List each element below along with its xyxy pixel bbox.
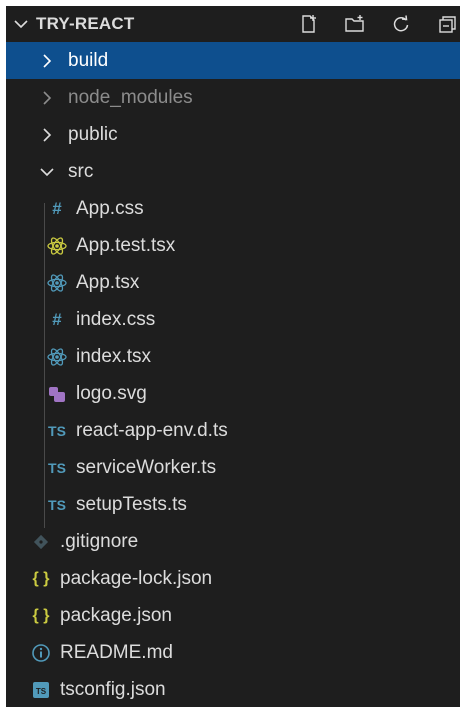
collapse-all-icon[interactable] [434,14,460,34]
tree-file-index-tsx[interactable]: index.tsx [6,338,460,375]
tree-label: tsconfig.json [60,678,166,700]
tree-folder-build[interactable]: build [6,42,460,79]
react-icon [46,346,68,368]
typescript-icon: TS [48,459,66,476]
tree-label: build [68,49,109,71]
react-icon [46,272,68,294]
tree-label: README.md [60,641,173,663]
tree-file-index-css[interactable]: # index.css [6,301,460,338]
chevron-down-icon[interactable] [14,19,36,29]
explorer-actions [296,14,460,34]
file-explorer: TRY-REACT build node_modules public src … [6,6,460,707]
tree-label: src [68,160,94,182]
tree-label: index.tsx [76,345,151,367]
explorer-title: TRY-REACT [36,14,135,33]
tree-file-logo-svg[interactable]: logo.svg [6,375,460,412]
chevron-right-icon [36,90,58,105]
tree-label: package.json [60,604,172,626]
json-icon: { } [32,606,50,624]
tree-label: public [68,123,118,145]
tree-file-gitignore[interactable]: .gitignore [6,523,460,560]
tree-label: index.css [76,308,156,330]
tree-file-readme[interactable]: README.md [6,634,460,671]
typescript-icon: TS [48,422,66,439]
tree-folder-src[interactable]: src [6,153,460,190]
tree-file-react-app-env[interactable]: TS react-app-env.d.ts [6,412,460,449]
tree-label: node_modules [68,86,193,108]
tree-file-setup-tests[interactable]: TS setupTests.ts [6,486,460,523]
new-file-icon[interactable] [296,14,322,34]
json-icon: { } [32,569,50,587]
tree-label: serviceWorker.ts [76,456,217,478]
css-hash-icon: # [52,309,62,329]
tree-label: App.test.tsx [76,234,176,256]
css-hash-icon: # [52,198,62,218]
tree-label: App.tsx [76,271,140,293]
tree-file-app-css[interactable]: # App.css [6,190,460,227]
tree-label: react-app-env.d.ts [76,419,228,441]
new-folder-icon[interactable] [342,14,368,34]
chevron-right-icon [36,53,58,68]
git-icon [30,533,52,551]
typescript-icon: TS [48,496,66,513]
tree-file-package-lock[interactable]: { } package-lock.json [6,560,460,597]
tree-file-app-test[interactable]: App.test.tsx [6,227,460,264]
tree-file-app-tsx[interactable]: App.tsx [6,264,460,301]
tsconfig-icon: TS [30,681,52,699]
react-icon [46,235,68,257]
tree-label: package-lock.json [60,567,213,589]
tree-folder-node-modules[interactable]: node_modules [6,79,460,116]
svg-file-icon [46,384,68,404]
refresh-icon[interactable] [388,14,414,34]
tree-file-tsconfig[interactable]: TS tsconfig.json [6,671,460,707]
info-icon [30,643,52,663]
tree-folder-public[interactable]: public [6,116,460,153]
explorer-header[interactable]: TRY-REACT [6,6,460,42]
svg-text:TS: TS [36,687,47,696]
tree-label: logo.svg [76,382,147,404]
tree-file-package[interactable]: { } package.json [6,597,460,634]
tree-label: setupTests.ts [76,493,187,515]
chevron-down-icon [36,167,58,177]
tree-file-service-worker[interactable]: TS serviceWorker.ts [6,449,460,486]
tree-label: .gitignore [60,530,139,552]
chevron-right-icon [36,127,58,142]
tree-label: App.css [76,197,144,219]
